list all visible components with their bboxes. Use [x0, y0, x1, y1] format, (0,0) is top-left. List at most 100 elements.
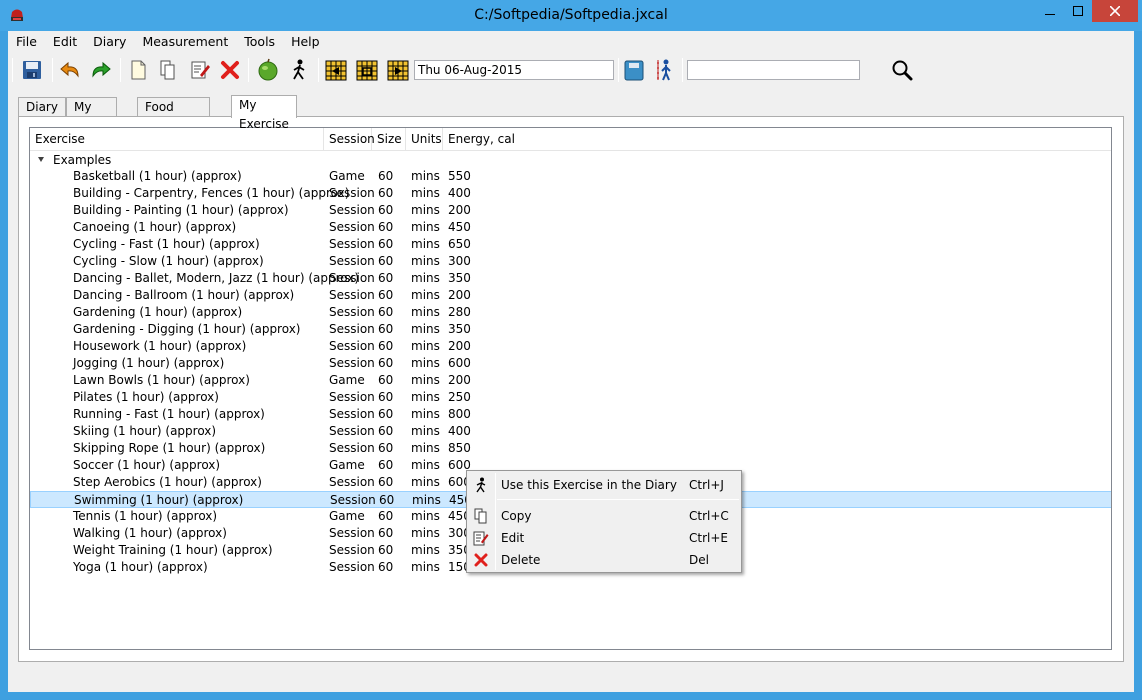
menu-diary[interactable]: Diary [85, 31, 134, 53]
context-menu-shortcut: Ctrl+C [689, 509, 729, 523]
cell-units: mins [411, 373, 440, 387]
next-day-button[interactable] [384, 56, 412, 84]
tab-my-foods[interactable]: My Foods [66, 97, 118, 133]
delete-icon [473, 552, 489, 568]
cell-exercise: Canoeing (1 hour) (approx) [73, 220, 237, 234]
table-row[interactable]: Lawn Bowls (1 hour) (approx) Game 60 mins 20… [30, 372, 1111, 389]
close-button[interactable] [1092, 0, 1138, 22]
cell-size: 60 [378, 526, 394, 540]
cell-session: Game [329, 509, 365, 523]
cell-exercise: Skipping Rope (1 hour) (approx) [73, 441, 266, 455]
body-measure-icon [657, 59, 671, 81]
column-header-size[interactable]: Size [372, 128, 406, 151]
maximize-icon [1073, 6, 1083, 16]
table-row[interactable]: Running - Fast (1 hour) (approx) Session 6… [30, 406, 1111, 423]
cell-session: Game [329, 169, 365, 183]
table-row[interactable]: Basketball (1 hour) (approx) Game 60 mins 55… [30, 168, 1111, 185]
tab-my-exercise[interactable]: My Exercise [231, 95, 297, 131]
exercise-button[interactable] [285, 56, 313, 84]
cell-session: Session [329, 475, 375, 489]
table-row[interactable]: Skiing (1 hour) (approx) Session 60 mins 400 [30, 423, 1111, 440]
table-row[interactable]: Cycling - Fast (1 hour) (approx) Session 6… [30, 236, 1111, 253]
edit-icon [473, 530, 489, 546]
table-row[interactable]: Housework (1 hour) (approx) Session 60 mins… [30, 338, 1111, 355]
column-header-session[interactable]: Session [324, 128, 375, 151]
table-row[interactable]: Gardening (1 hour) (approx) Session 60 mins… [30, 304, 1111, 321]
cell-units: mins [411, 458, 440, 472]
table-row[interactable]: Building - Painting (1 hour) (approx) Ses… [30, 202, 1111, 219]
cell-exercise: Lawn Bowls (1 hour) (approx) [73, 373, 250, 387]
cell-size: 60 [379, 493, 395, 507]
menu-item-edit[interactable]: Edit Ctrl+E [469, 527, 739, 549]
table-row[interactable]: Skipping Rope (1 hour) (approx) Session 60… [30, 440, 1111, 457]
table-row[interactable]: Gardening - Digging (1 hour) (approx) Ses… [30, 321, 1111, 338]
cell-units: mins [411, 424, 440, 438]
redo-button[interactable] [87, 56, 115, 84]
measurement-button[interactable] [620, 56, 648, 84]
menu-item-delete[interactable]: Delete Del [469, 549, 739, 571]
expand-arrow-icon[interactable] [38, 157, 44, 162]
tab-diary[interactable]: Diary [18, 97, 66, 117]
menu-item-copy[interactable]: Copy Ctrl+C [469, 505, 739, 527]
table-row[interactable]: Jogging (1 hour) (approx) Session 60 mins 60… [30, 355, 1111, 372]
undo-button[interactable] [56, 56, 84, 84]
maximize-button[interactable] [1064, 0, 1092, 22]
save-button[interactable] [18, 56, 46, 84]
search-icon [892, 60, 913, 81]
column-header-energy[interactable]: Energy, cal [443, 128, 1111, 151]
menu-tools[interactable]: Tools [236, 31, 283, 53]
today-button[interactable] [353, 56, 381, 84]
cell-exercise: Building - Painting (1 hour) (approx) [73, 203, 289, 217]
new-button[interactable] [124, 56, 152, 84]
table-row[interactable]: Dancing - Ballroom (1 hour) (approx) Sess… [30, 287, 1111, 304]
menu-help[interactable]: Help [283, 31, 328, 53]
cell-energy: 400 [448, 424, 471, 438]
cell-exercise: Cycling - Slow (1 hour) (approx) [73, 254, 264, 268]
date-field[interactable]: Thu 06-Aug-2015 [414, 60, 614, 80]
cell-session: Session [329, 560, 375, 574]
cell-units: mins [411, 339, 440, 353]
column-header-units[interactable]: Units [406, 128, 443, 151]
cell-units: mins [411, 305, 440, 319]
title-bar[interactable]: C:/Softpedia/Softpedia.jxcal [0, 0, 1142, 31]
copy-icon [473, 508, 489, 524]
edit-button[interactable] [186, 56, 214, 84]
cell-energy: 400 [448, 186, 471, 200]
minimize-button[interactable] [1036, 0, 1064, 22]
copy-button[interactable] [154, 56, 182, 84]
cell-session: Session [329, 203, 375, 217]
table-row[interactable]: Dancing - Ballet, Modern, Jazz (1 hour) … [30, 270, 1111, 287]
redo-icon [92, 61, 111, 78]
context-menu-shortcut: Ctrl+E [689, 531, 728, 545]
cell-exercise: Basketball (1 hour) (approx) [73, 169, 242, 183]
menu-measurement[interactable]: Measurement [134, 31, 236, 53]
cell-energy: 250 [448, 390, 471, 404]
cell-size: 60 [378, 475, 394, 489]
table-row[interactable]: Pilates (1 hour) (approx) Session 60 mins 25… [30, 389, 1111, 406]
delete-button[interactable] [216, 56, 244, 84]
tab-food-database[interactable]: Food Database [137, 97, 211, 133]
search-button[interactable] [888, 56, 916, 84]
cell-session: Session [329, 356, 375, 370]
table-row[interactable]: Canoeing (1 hour) (approx) Session 60 mins 4… [30, 219, 1111, 236]
my-exercise-panel: Exercise Session Size Units Energy, cal … [18, 116, 1124, 662]
cell-units: mins [411, 322, 440, 336]
menu-edit[interactable]: Edit [45, 31, 85, 53]
save-icon [23, 61, 41, 79]
cell-exercise: Tennis (1 hour) (approx) [73, 509, 218, 523]
menu-file[interactable]: File [8, 31, 45, 53]
cell-session: Session [329, 526, 375, 540]
previous-day-button[interactable] [322, 56, 350, 84]
cell-size: 60 [378, 458, 394, 472]
food-button[interactable] [254, 56, 282, 84]
cell-session: Session [329, 441, 375, 455]
table-row[interactable]: Building - Carpentry, Fences (1 hour) (a… [30, 185, 1111, 202]
menu-item-use-in-diary[interactable]: Use this Exercise in the Diary Ctrl+J [469, 474, 739, 496]
app-window: C:/Softpedia/Softpedia.jxcal File Edit D… [0, 0, 1142, 700]
walker-icon [293, 59, 305, 80]
cell-units: mins [411, 237, 440, 251]
cell-exercise: Weight Training (1 hour) (approx) [73, 543, 273, 557]
body-measurement-button[interactable] [651, 56, 679, 84]
search-input[interactable] [687, 60, 860, 80]
table-row[interactable]: Cycling - Slow (1 hour) (approx) Session 6… [30, 253, 1111, 270]
